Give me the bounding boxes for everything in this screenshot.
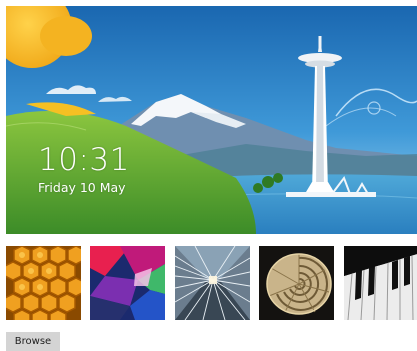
background-thumbnail-list bbox=[6, 246, 417, 320]
thumbnail-geometric-colors[interactable] bbox=[90, 246, 165, 320]
lock-screen-time: 10:31 bbox=[38, 142, 130, 178]
lock-screen-background-image bbox=[6, 6, 417, 234]
browse-button[interactable]: Browse bbox=[6, 332, 60, 351]
lock-screen-preview: 10:31 Friday 10 May bbox=[6, 6, 417, 234]
thumbnail-piano-keys[interactable] bbox=[344, 246, 417, 320]
thumbnail-tunnel-lines[interactable] bbox=[175, 246, 250, 320]
lock-screen-settings: 10:31 Friday 10 May Browse bbox=[0, 0, 417, 351]
thumbnail-honeycomb[interactable] bbox=[6, 246, 81, 320]
lock-screen-date: Friday 10 May bbox=[38, 180, 126, 195]
thumbnail-nautilus-shell[interactable] bbox=[259, 246, 334, 320]
